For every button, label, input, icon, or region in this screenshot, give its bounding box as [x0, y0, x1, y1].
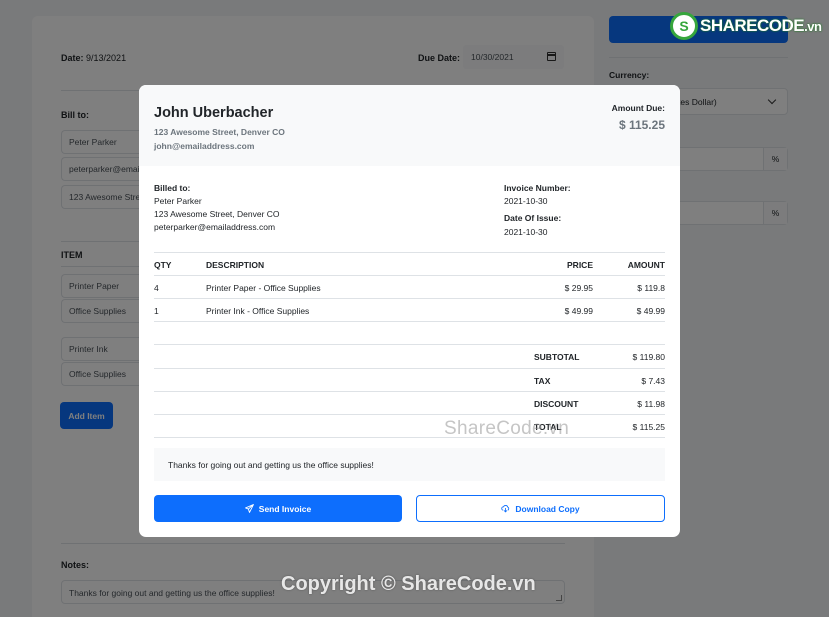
billed-to-name: Peter Parker	[154, 196, 202, 206]
table-divider	[154, 391, 665, 392]
date-of-issue-value: 2021-10-30	[504, 227, 548, 237]
download-copy-label: Download Copy	[515, 503, 580, 514]
table-divider	[154, 368, 665, 369]
sender-name: John Uberbacher	[154, 105, 274, 121]
send-icon	[244, 504, 254, 513]
send-invoice-button[interactable]: Send Invoice	[154, 495, 402, 522]
row-amount: $ 49.99	[636, 306, 665, 316]
table-divider	[154, 298, 665, 299]
subtotal-label: SUBTOTAL	[534, 352, 580, 362]
billed-to-label: Billed to:	[154, 183, 191, 193]
row-price: $ 49.99	[564, 306, 593, 316]
tax-value: $ 7.43	[641, 376, 665, 386]
invoice-number-value: 2021-10-30	[504, 196, 548, 206]
row-description: Printer Ink - Office Supplies	[206, 306, 310, 316]
row-qty: 1	[154, 306, 159, 316]
cloud-download-icon	[501, 505, 510, 513]
invoice-number-label: Invoice Number:	[504, 183, 571, 193]
row-description: Printer Paper - Office Supplies	[206, 283, 321, 293]
discount-label: DISCOUNT	[534, 399, 579, 409]
logo-text-main: SHARECODE	[700, 16, 805, 35]
column-header-qty: QTY	[154, 260, 172, 270]
copyright-watermark: Copyright © ShareCode.vn	[281, 573, 536, 595]
sender-address: 123 Awesome Street, Denver CO	[154, 127, 285, 137]
logo-badge-icon: S	[670, 12, 698, 40]
column-header-price: PRICE	[567, 260, 593, 270]
table-divider	[154, 437, 665, 438]
logo-text-suffix: .vn	[804, 19, 822, 34]
billed-to-email: peterparker@emailaddress.com	[154, 222, 276, 232]
sender-email: john@emailaddress.com	[154, 141, 255, 151]
amount-due-label: Amount Due:	[611, 103, 665, 113]
sharecode-logo: S SHARECODE.vn	[670, 9, 822, 43]
table-divider	[154, 321, 665, 322]
table-divider	[154, 344, 665, 345]
row-price: $ 29.95	[564, 283, 593, 293]
logo-text: SHARECODE.vn	[700, 16, 822, 36]
row-amount: $ 119.8	[637, 283, 665, 293]
table-divider	[154, 252, 665, 253]
subtotal-value: $ 119.80	[632, 352, 665, 362]
tax-label: TAX	[534, 376, 551, 386]
send-invoice-label: Send Invoice	[258, 503, 312, 514]
amount-due-value: $ 115.25	[618, 118, 665, 132]
discount-value: $ 11.98	[637, 399, 665, 409]
column-header-amount: AMOUNT	[627, 260, 665, 270]
table-divider	[154, 414, 665, 415]
watermark-text: ShareCode.vn	[444, 418, 570, 439]
column-header-description: DESCRIPTION	[206, 260, 265, 270]
table-divider	[154, 275, 665, 276]
download-copy-button[interactable]: Download Copy	[416, 495, 665, 522]
total-value: $ 115.25	[632, 422, 665, 432]
row-qty: 4	[154, 283, 159, 293]
date-of-issue-label: Date Of Issue:	[504, 213, 562, 223]
billed-to-address: 123 Awesome Street, Denver CO	[154, 209, 280, 219]
modal-header: John Uberbacher 123 Awesome Street, Denv…	[139, 85, 680, 166]
invoice-preview-modal: John Uberbacher 123 Awesome Street, Denv…	[139, 85, 680, 537]
invoice-notes: Thanks for going out and getting us the …	[154, 448, 665, 481]
